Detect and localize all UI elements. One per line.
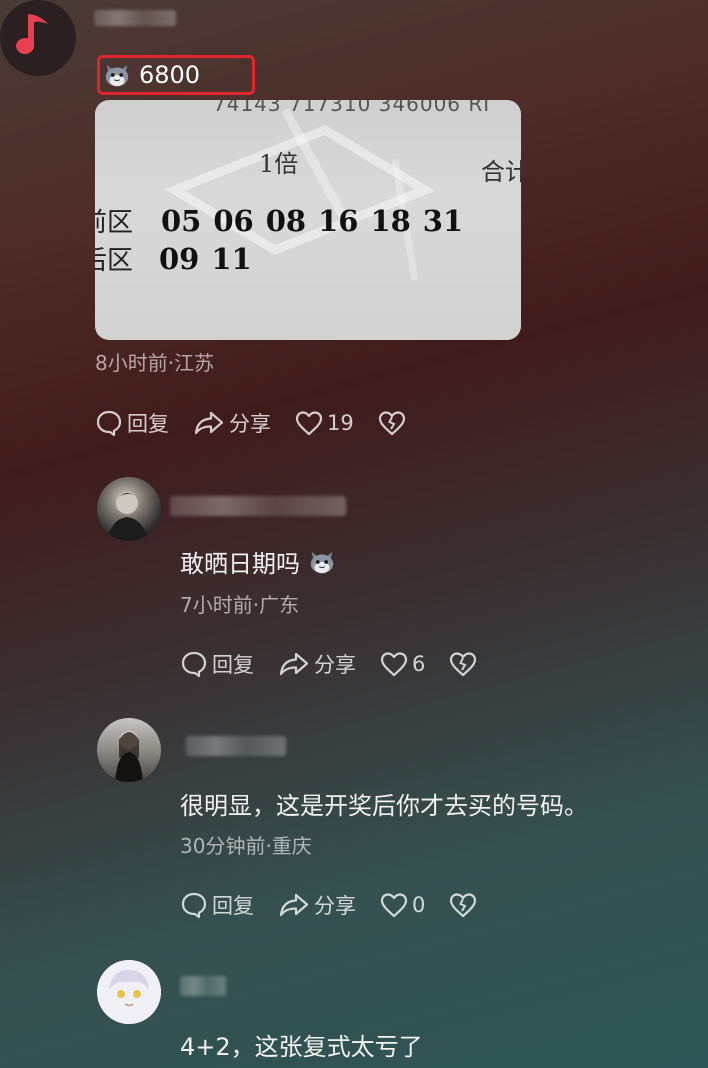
broken-heart-icon <box>450 652 477 677</box>
reply-icon <box>181 651 207 678</box>
front-number: 18 <box>370 204 411 238</box>
dislike-button[interactable] <box>449 651 477 677</box>
share-icon <box>279 652 309 676</box>
broken-heart-icon <box>378 411 405 436</box>
broken-heart-icon <box>450 893 477 918</box>
ticket-back-numbers: 09 11 <box>159 242 252 276</box>
ticket-multiplier: 1倍 <box>259 150 299 178</box>
dislike-button[interactable] <box>449 892 477 918</box>
back-number: 11 <box>211 242 252 276</box>
reply-icon <box>181 892 207 919</box>
username-top[interactable] <box>94 10 176 26</box>
like-count: 19 <box>327 411 354 435</box>
back-number: 09 <box>159 242 200 276</box>
username-reply3[interactable] <box>180 976 226 996</box>
share-button[interactable]: 分享 <box>278 649 356 679</box>
ticket-front-label: 前区 <box>95 208 134 238</box>
ticket-front-numbers: 05 06 08 16 18 31 <box>161 204 463 238</box>
music-avatar[interactable] <box>0 0 76 76</box>
front-number: 16 <box>318 204 359 238</box>
reply-button[interactable]: 回复 <box>180 890 254 920</box>
username-reply2[interactable] <box>186 736 286 756</box>
reply2-text: 很明显，这是开奖后你才去买的号码。 <box>180 792 588 820</box>
ticket-back-label: 后区 <box>95 246 134 276</box>
front-number: 05 <box>161 204 202 238</box>
ticket-image[interactable]: 74143 717310 346006 RI 1倍 合计 前区 后区 05 06… <box>95 100 521 340</box>
like-button[interactable]: 6 <box>380 651 425 677</box>
front-number: 06 <box>213 204 254 238</box>
reply3-avatar[interactable] <box>97 960 161 1024</box>
cat-emoji-icon <box>105 64 129 87</box>
reply2-avatar[interactable] <box>97 718 161 782</box>
reply3-text: 4+2，这张复式太亏了 <box>180 1033 423 1061</box>
top-comment-meta: 8小时前·江苏 <box>95 351 215 375</box>
reply-icon <box>96 410 122 437</box>
like-button[interactable]: 19 <box>295 410 354 436</box>
share-icon <box>279 893 309 917</box>
badge-value: 6800 <box>139 61 201 89</box>
music-note-icon <box>0 0 76 76</box>
anime-avatar-icon <box>97 960 161 1024</box>
reply2-meta: 30分钟前·重庆 <box>180 834 312 858</box>
username-reply1[interactable] <box>170 496 346 516</box>
reply-button[interactable]: 回复 <box>95 408 169 438</box>
like-count: 0 <box>412 893 426 917</box>
reply1-text: 敢晒日期吗 <box>180 544 336 579</box>
heart-icon <box>380 893 408 918</box>
like-button[interactable]: 0 <box>380 892 425 918</box>
dislike-button[interactable] <box>378 410 406 436</box>
front-number: 31 <box>422 204 464 238</box>
reply1-meta: 7小时前·广东 <box>180 593 300 617</box>
share-button[interactable]: 分享 <box>193 408 271 438</box>
heart-icon <box>380 652 408 677</box>
share-icon <box>194 411 224 435</box>
reply-button[interactable]: 回复 <box>180 649 254 679</box>
person-silhouette-icon <box>115 731 143 782</box>
badge-row: 6800 <box>103 61 200 89</box>
person-silhouette-icon <box>107 492 149 541</box>
reply2-actions: 回复 分享 0 <box>180 890 501 920</box>
reply1-avatar[interactable] <box>97 477 161 541</box>
ticket-top-codes: 74143 717310 346006 RI <box>213 100 491 116</box>
front-number: 08 <box>265 204 307 238</box>
like-count: 6 <box>412 652 426 676</box>
top-comment-actions: 回复 分享 19 <box>95 408 430 438</box>
heart-icon <box>295 411 323 436</box>
reply1-actions: 回复 分享 6 <box>180 649 501 679</box>
share-button[interactable]: 分享 <box>278 890 356 920</box>
ticket-total-label: 合计 <box>481 158 521 186</box>
cat-emoji-icon <box>310 551 334 573</box>
